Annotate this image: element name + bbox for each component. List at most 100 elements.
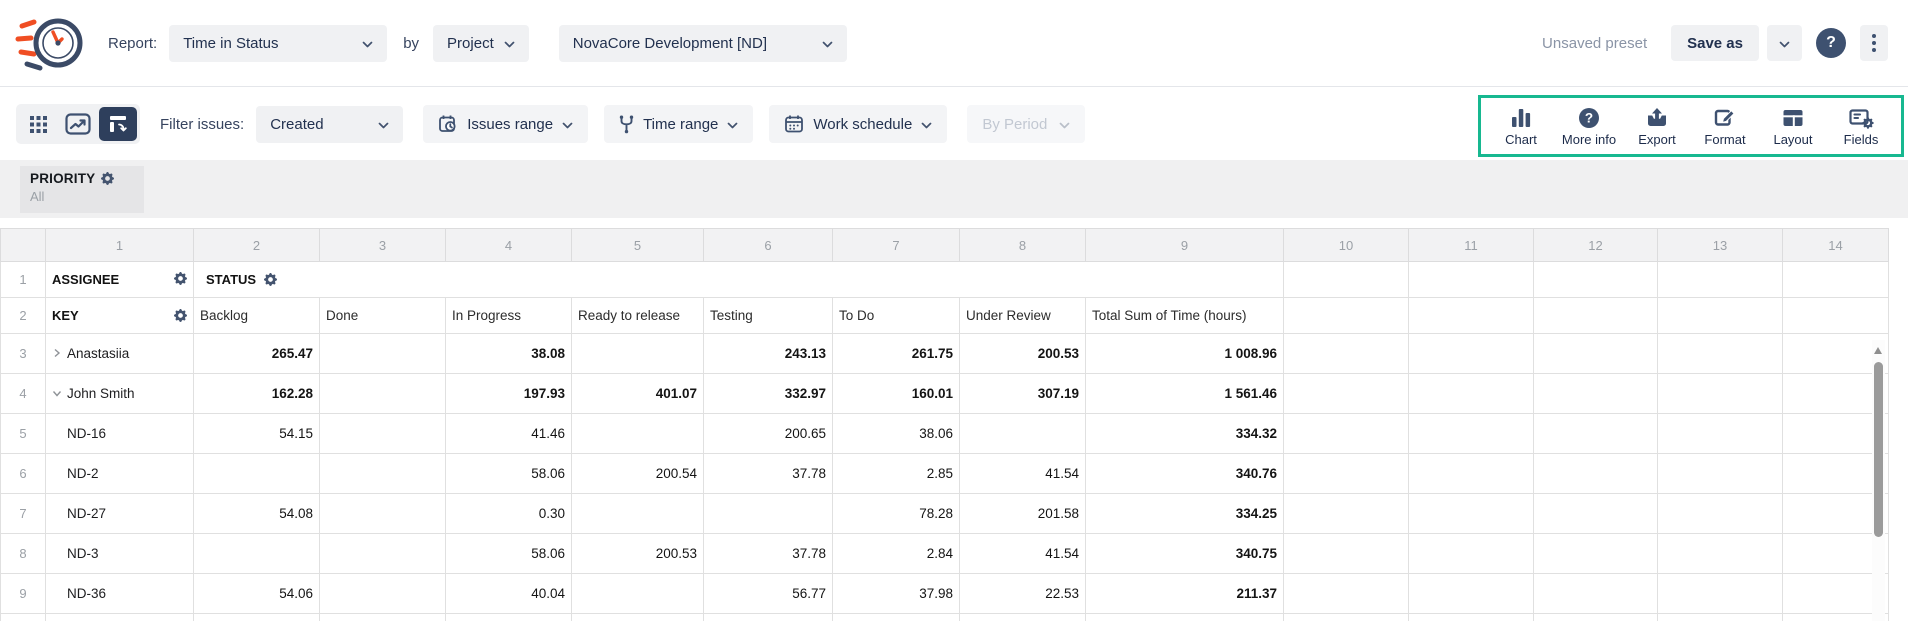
chart-view-button[interactable] (59, 107, 97, 141)
value-cell[interactable] (320, 454, 446, 494)
value-cell[interactable]: 162.28 (194, 374, 320, 414)
priority-filter[interactable]: PRIORITY All (20, 166, 144, 213)
empty-cell[interactable] (833, 614, 960, 621)
row-number[interactable]: 7 (1, 494, 46, 534)
empty-cell[interactable] (1534, 414, 1658, 454)
value-cell[interactable]: 261.75 (833, 334, 960, 374)
status-column-header[interactable]: Total Sum of Time (hours) (1086, 298, 1284, 334)
empty-cell[interactable] (1409, 298, 1534, 334)
value-cell[interactable]: 78.28 (833, 494, 960, 534)
empty-cell[interactable] (1658, 262, 1783, 298)
status-column-header[interactable]: Ready to release (572, 298, 704, 334)
column-header-6[interactable]: 6 (704, 229, 833, 262)
collapse-chevron-icon[interactable] (52, 386, 67, 401)
value-cell[interactable] (194, 534, 320, 574)
export-button[interactable]: Export (1623, 99, 1691, 153)
value-cell[interactable]: 340.76 (1086, 454, 1284, 494)
empty-cell[interactable] (1409, 494, 1534, 534)
value-cell[interactable]: 41.54 (960, 454, 1086, 494)
column-header-13[interactable]: 13 (1658, 229, 1783, 262)
empty-cell[interactable] (1284, 374, 1409, 414)
column-header-11[interactable]: 11 (1409, 229, 1534, 262)
value-cell[interactable]: 243.13 (704, 334, 833, 374)
row-number[interactable]: 8 (1, 534, 46, 574)
save-as-dropdown-button[interactable] (1767, 25, 1802, 61)
value-cell[interactable] (320, 534, 446, 574)
issue-key-cell[interactable] (46, 614, 194, 621)
key-header-cell[interactable]: KEY (46, 298, 194, 334)
empty-cell[interactable] (1284, 454, 1409, 494)
empty-cell[interactable] (1284, 414, 1409, 454)
row-number[interactable]: 4 (1, 374, 46, 414)
empty-cell[interactable] (1284, 334, 1409, 374)
value-cell[interactable]: 1 561.46 (1086, 374, 1284, 414)
value-cell[interactable] (572, 494, 704, 534)
value-cell[interactable]: 265.47 (194, 334, 320, 374)
value-cell[interactable] (572, 574, 704, 614)
empty-cell[interactable] (446, 614, 572, 621)
empty-cell[interactable] (960, 614, 1086, 621)
assignee-cell[interactable]: John Smith (46, 374, 194, 414)
save-as-button[interactable]: Save as (1671, 25, 1759, 61)
value-cell[interactable] (320, 414, 446, 454)
value-cell[interactable] (704, 494, 833, 534)
value-cell[interactable]: 58.06 (446, 454, 572, 494)
empty-cell[interactable] (1409, 374, 1534, 414)
empty-cell[interactable] (1284, 574, 1409, 614)
value-cell[interactable]: 41.54 (960, 534, 1086, 574)
scroll-up-icon[interactable] (1874, 347, 1882, 354)
empty-cell[interactable] (1534, 534, 1658, 574)
empty-cell[interactable] (1284, 494, 1409, 534)
value-cell[interactable]: 160.01 (833, 374, 960, 414)
gear-icon[interactable] (174, 272, 187, 288)
value-cell[interactable]: 38.08 (446, 334, 572, 374)
value-cell[interactable] (960, 414, 1086, 454)
gear-icon[interactable] (264, 273, 277, 286)
value-cell[interactable] (194, 454, 320, 494)
value-cell[interactable]: 22.53 (960, 574, 1086, 614)
status-column-header[interactable]: In Progress (446, 298, 572, 334)
scrollbar-thumb[interactable] (1874, 362, 1883, 537)
issues-range-button[interactable]: Issues range (423, 105, 588, 143)
value-cell[interactable]: 307.19 (960, 374, 1086, 414)
value-cell[interactable]: 340.75 (1086, 534, 1284, 574)
column-header-1[interactable]: 1 (46, 229, 194, 262)
row-number[interactable]: 1 (1, 262, 46, 298)
empty-cell[interactable] (1534, 454, 1658, 494)
value-cell[interactable]: 41.46 (446, 414, 572, 454)
project-select[interactable]: NovaCore Development [ND] (559, 25, 847, 62)
expand-chevron-icon[interactable] (52, 346, 67, 361)
group-by-select[interactable]: Project (433, 25, 529, 62)
empty-cell[interactable] (1534, 298, 1658, 334)
value-cell[interactable]: 201.58 (960, 494, 1086, 534)
empty-cell[interactable] (1658, 454, 1783, 494)
value-cell[interactable] (572, 334, 704, 374)
status-column-header[interactable]: Testing (704, 298, 833, 334)
status-column-header[interactable]: Done (320, 298, 446, 334)
column-header-8[interactable]: 8 (960, 229, 1086, 262)
value-cell[interactable]: 401.07 (572, 374, 704, 414)
column-header-12[interactable]: 12 (1534, 229, 1658, 262)
value-cell[interactable]: 211.37 (1086, 574, 1284, 614)
column-header-4[interactable]: 4 (446, 229, 572, 262)
empty-cell[interactable] (1534, 262, 1658, 298)
value-cell[interactable]: 200.53 (960, 334, 1086, 374)
empty-cell[interactable] (1658, 298, 1783, 334)
filter-issues-select[interactable]: Created (256, 106, 403, 143)
grid-corner-cell[interactable] (1, 229, 46, 262)
value-cell[interactable]: 200.53 (572, 534, 704, 574)
format-button[interactable]: Format (1691, 99, 1759, 153)
value-cell[interactable]: 54.15 (194, 414, 320, 454)
row-number[interactable]: 5 (1, 414, 46, 454)
status-column-header[interactable]: Under Review (960, 298, 1086, 334)
empty-cell[interactable] (1409, 454, 1534, 494)
assignee-header-cell[interactable]: ASSIGNEE (46, 262, 194, 298)
empty-cell[interactable] (194, 614, 320, 621)
empty-cell[interactable] (1534, 574, 1658, 614)
value-cell[interactable]: 54.08 (194, 494, 320, 534)
value-cell[interactable]: 2.84 (833, 534, 960, 574)
value-cell[interactable]: 200.54 (572, 454, 704, 494)
chart-button[interactable]: Chart (1487, 99, 1555, 153)
fields-button[interactable]: Fields (1827, 99, 1895, 153)
empty-cell[interactable] (572, 614, 704, 621)
